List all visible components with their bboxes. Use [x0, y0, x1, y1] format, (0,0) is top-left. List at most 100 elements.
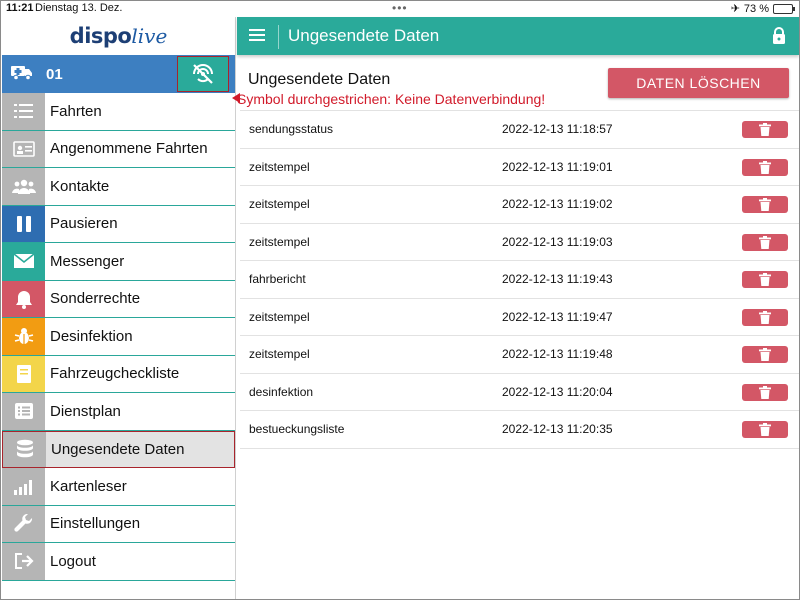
item-type: zeitstempel — [249, 197, 310, 212]
list-item: desinfektion 2022-12-13 11:20:04 — [240, 374, 799, 411]
status-bar: 11:21 Dienstag 13. Dez. ••• ✈ 73 % — [1, 1, 799, 17]
signal-icon — [2, 468, 45, 505]
item-timestamp: 2022-12-13 11:20:35 — [502, 422, 613, 437]
logo-part2: live — [131, 24, 168, 48]
trash-icon — [759, 123, 771, 136]
delete-item-button[interactable] — [742, 158, 788, 176]
sidebar-item-messenger[interactable]: Messenger — [2, 243, 235, 281]
delete-item-button[interactable] — [742, 196, 788, 213]
book-icon — [2, 355, 45, 392]
envelope-icon — [2, 243, 45, 280]
sidebar-item-dienstplan[interactable]: Dienstplan — [2, 393, 235, 431]
sidebar-item-label: Pausieren — [50, 215, 118, 233]
sidebar-item-label: Angenommene Fahrten — [50, 140, 208, 158]
vehicle-bar[interactable]: 01 — [2, 55, 235, 93]
sidebar-item-label: Fahrten — [50, 102, 102, 120]
trash-icon — [759, 310, 771, 324]
delete-item-button[interactable] — [742, 271, 788, 288]
vehicle-number: 01 — [46, 65, 63, 83]
sidebar-menu: Fahrten Angenommene Fahrten Kontakte Pausie… — [2, 93, 235, 581]
item-type: zeitstempel — [249, 309, 310, 324]
sidebar-item-ungesendete-daten[interactable]: Ungesendete Daten — [2, 430, 235, 468]
sidebar-item-kontakte[interactable]: Kontakte — [2, 168, 235, 206]
delete-item-button[interactable] — [742, 233, 788, 251]
delete-item-button[interactable] — [742, 383, 788, 401]
trash-icon — [759, 160, 771, 174]
sidebar-item-label: Ungesendete Daten — [51, 440, 185, 458]
list-item: zeitstempel 2022-12-13 11:19:02 — [240, 186, 799, 224]
delete-item-button[interactable] — [742, 121, 788, 138]
sidebar-item-label: Logout — [50, 552, 96, 570]
item-type: fahrbericht — [249, 272, 306, 287]
trash-icon — [759, 385, 771, 399]
trash-icon — [759, 235, 771, 249]
list-item: bestueckungsliste 2022-12-13 11:20:35 — [240, 411, 799, 449]
lock-icon[interactable] — [772, 27, 786, 44]
item-timestamp: 2022-12-13 11:19:02 — [502, 197, 613, 212]
database-icon — [3, 431, 46, 467]
sidebar-item-kartenleser[interactable]: Kartenleser — [2, 468, 235, 506]
item-timestamp: 2022-12-13 11:19:43 — [502, 272, 613, 287]
item-timestamp: 2022-12-13 11:19:48 — [502, 347, 613, 362]
list-item: zeitstempel 2022-12-13 11:19:47 — [240, 299, 799, 336]
bug-icon — [2, 318, 45, 355]
item-type: zeitstempel — [249, 347, 310, 362]
logout-icon — [2, 543, 45, 580]
list-item: zeitstempel 2022-12-13 11:19:48 — [240, 336, 799, 374]
item-type: bestueckungsliste — [249, 422, 345, 437]
hamburger-menu-icon[interactable] — [249, 29, 265, 43]
sidebar-item-label: Fahrzeugcheckliste — [50, 365, 180, 383]
item-timestamp: 2022-12-13 11:18:57 — [502, 122, 613, 137]
wrench-icon — [2, 505, 45, 542]
airplane-icon: ✈ — [730, 3, 740, 15]
section-heading: Ungesendete Daten — [248, 71, 391, 88]
item-timestamp: 2022-12-13 11:19:01 — [502, 159, 613, 174]
bell-icon — [2, 280, 45, 317]
sidebar-item-label: Kartenleser — [50, 477, 127, 495]
sidebar-item-sonderrechte[interactable]: Sonderrechte — [2, 280, 235, 318]
item-timestamp: 2022-12-13 11:20:04 — [502, 384, 613, 399]
trash-icon — [759, 348, 771, 361]
top-app-bar: Ungesendete Daten — [237, 17, 799, 55]
main-content: Ungesendete Daten DATEN LÖSCHEN sendungs… — [237, 55, 799, 599]
sidebar-item-label: Einstellungen — [50, 515, 141, 533]
sidebar-item-desinfektion[interactable]: Desinfektion — [2, 318, 235, 356]
item-type: desinfektion — [249, 384, 314, 399]
battery-icon — [773, 3, 795, 14]
multitask-dots-icon[interactable]: ••• — [392, 1, 408, 15]
item-timestamp: 2022-12-13 11:19:47 — [502, 309, 613, 324]
list-item: zeitstempel 2022-12-13 11:19:01 — [240, 149, 799, 186]
sidebar-item-fahrzeugcheckliste[interactable]: Fahrzeugcheckliste — [2, 355, 235, 393]
status-right: ✈ 73 % — [730, 2, 795, 15]
app-frame: 11:21 Dienstag 13. Dez. ••• ✈ 73 % dispo… — [0, 0, 800, 600]
trash-icon — [759, 198, 771, 211]
sidebar-item-label: Sonderrechte — [50, 290, 141, 308]
delete-item-button[interactable] — [742, 346, 788, 363]
sidebar-item-fahrten[interactable]: Fahrten — [2, 93, 235, 131]
list-item: sendungsstatus 2022-12-13 11:18:57 — [240, 111, 799, 149]
pause-icon — [2, 205, 45, 242]
status-date: Dienstag 13. Dez. — [35, 2, 123, 14]
connection-status-button[interactable] — [177, 56, 229, 92]
sidebar-item-label: Kontakte — [50, 177, 110, 195]
list-item: zeitstempel 2022-12-13 11:19:03 — [240, 224, 799, 261]
list-box-icon — [2, 393, 45, 430]
sidebar-item-einstellungen[interactable]: Einstellungen — [2, 505, 235, 543]
ambulance-icon — [10, 63, 40, 86]
sidebar-item-pausieren[interactable]: Pausieren — [2, 205, 235, 243]
item-type: zeitstempel — [249, 234, 310, 249]
sidebar-item-logout[interactable]: Logout — [2, 543, 235, 581]
delete-item-button[interactable] — [742, 421, 788, 438]
sidebar-item-label: Desinfektion — [50, 327, 133, 345]
page-title: Ungesendete Daten — [288, 26, 440, 45]
sidebar-item-label: Messenger — [50, 252, 125, 270]
status-time: 11:21 — [6, 2, 34, 14]
delete-item-button[interactable] — [742, 308, 788, 326]
topbar-divider — [278, 25, 279, 49]
list-icon — [2, 93, 45, 130]
sidebar-item-angenommene-fahrten[interactable]: Angenommene Fahrten — [2, 130, 235, 168]
sidebar-item-label: Dienstplan — [50, 402, 121, 420]
unsent-data-list: sendungsstatus 2022-12-13 11:18:57 zeitste… — [240, 110, 799, 449]
delete-all-button[interactable]: DATEN LÖSCHEN — [608, 68, 789, 98]
list-item: fahrbericht 2022-12-13 11:19:43 — [240, 261, 799, 299]
